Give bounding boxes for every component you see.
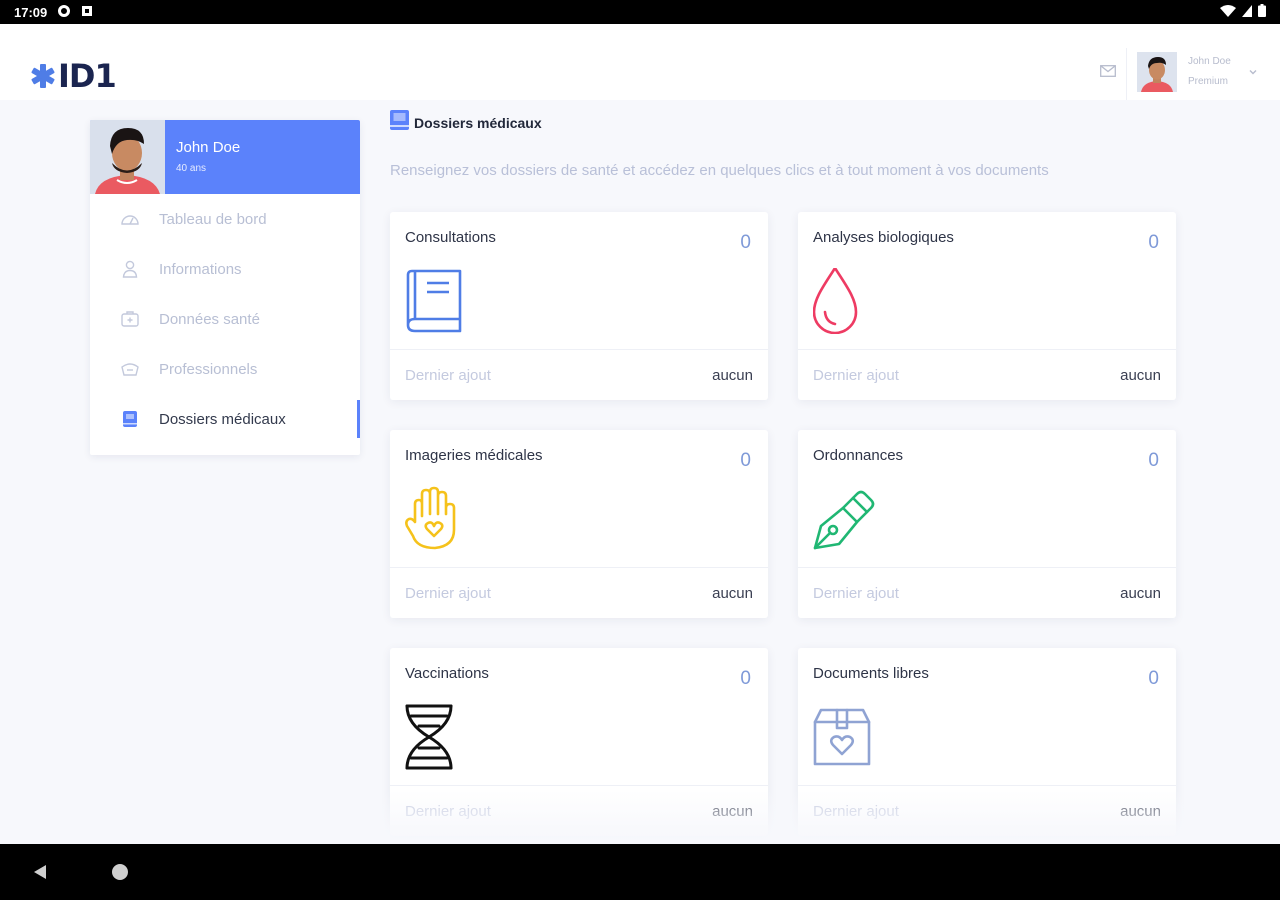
card-last-added-label: Dernier ajout — [405, 585, 491, 602]
card-last-added-value: aucun — [1120, 367, 1161, 384]
user-icon — [120, 259, 140, 279]
settings-icon — [57, 4, 71, 21]
wifi-icon — [1220, 4, 1236, 20]
card-divider — [390, 785, 768, 786]
card-divider — [390, 567, 768, 568]
record-card-vaccinations[interactable]: Vaccinations 0 Dernier ajout aucun — [390, 648, 768, 836]
notification-icon — [81, 5, 93, 20]
card-count: 0 — [740, 668, 751, 689]
card-title: Documents libres — [813, 665, 929, 682]
battery-icon — [1258, 4, 1266, 20]
card-count: 0 — [1148, 450, 1159, 471]
mail-icon[interactable] — [1100, 64, 1116, 77]
chevron-down-icon[interactable] — [1248, 64, 1258, 75]
card-title: Consultations — [405, 229, 496, 246]
signal-icon — [1242, 4, 1252, 20]
record-card-free-documents[interactable]: Documents libres 0 Dernier ajout aucun — [798, 648, 1176, 836]
sidebar-item-label: Professionnels — [159, 360, 258, 378]
sidebar-item-label: Informations — [159, 260, 242, 278]
hand-heart-icon — [405, 486, 465, 552]
card-count: 0 — [740, 232, 751, 253]
card-count: 0 — [740, 450, 751, 471]
health-icon — [120, 309, 140, 329]
card-last-added-value: aucun — [1120, 803, 1161, 820]
card-title: Vaccinations — [405, 665, 489, 682]
sidebar-item-label: Dossiers médicaux — [159, 410, 286, 428]
sidebar-item-dashboard[interactable]: Tableau de bord — [90, 194, 360, 244]
dashboard-icon — [120, 209, 140, 229]
card-last-added-label: Dernier ajout — [813, 585, 899, 602]
folder-icon — [120, 409, 140, 429]
sidebar-nav: Tableau de bord Informations Données san… — [90, 194, 360, 444]
card-title: Ordonnances — [813, 447, 904, 464]
header-divider — [1126, 48, 1127, 100]
card-divider — [390, 349, 768, 350]
page-title: Dossiers médicaux — [390, 110, 542, 135]
card-last-added-label: Dernier ajout — [405, 367, 491, 384]
record-card-consultations[interactable]: Consultations 0 Dernier ajout aucun — [390, 212, 768, 400]
home-icon[interactable] — [112, 864, 128, 880]
blood-drop-icon — [812, 266, 873, 335]
status-bar: 17:09 — [0, 0, 1280, 24]
card-divider — [798, 785, 1176, 786]
card-last-added-value: aucun — [712, 367, 753, 384]
header-user-name[interactable]: John Doe — [1188, 56, 1231, 67]
back-icon[interactable] — [32, 864, 48, 885]
card-last-added-label: Dernier ajout — [405, 803, 491, 820]
card-divider — [798, 349, 1176, 350]
card-last-added-value: aucun — [712, 585, 753, 602]
folder-icon — [390, 110, 409, 135]
card-count: 0 — [1148, 668, 1159, 689]
sidebar-item-professionals[interactable]: Professionnels — [90, 344, 360, 394]
header-avatar[interactable] — [1137, 52, 1177, 92]
book-icon — [405, 268, 465, 334]
profile-header: John Doe 40 ans — [90, 120, 360, 194]
card-last-added-label: Dernier ajout — [813, 367, 899, 384]
sidebar-item-label: Tableau de bord — [159, 210, 267, 228]
record-card-imaging[interactable]: Imageries médicales 0 Dernier ajout aucu… — [390, 430, 768, 618]
record-card-analyses[interactable]: Analyses biologiques 0 Dernier ajout auc… — [798, 212, 1176, 400]
card-divider — [798, 567, 1176, 568]
app-logo[interactable]: ID1 — [30, 57, 117, 95]
avatar — [90, 120, 165, 194]
profile-card: John Doe 40 ans Tableau de bord Informat… — [90, 120, 360, 455]
dna-icon — [405, 704, 465, 770]
sidebar-item-health-data[interactable]: Données santé — [90, 294, 360, 344]
card-last-added-value: aucun — [1120, 585, 1161, 602]
profile-age: 40 ans — [176, 163, 207, 174]
sidebar-item-informations[interactable]: Informations — [90, 244, 360, 294]
card-last-added-value: aucun — [712, 803, 753, 820]
header-user-plan: Premium — [1188, 76, 1229, 87]
card-title: Analyses biologiques — [813, 229, 954, 246]
page-title-text: Dossiers médicaux — [414, 114, 542, 131]
sidebar-item-label: Données santé — [159, 310, 260, 328]
medical-star-icon — [31, 64, 55, 88]
professionals-icon — [120, 359, 140, 379]
card-last-added-label: Dernier ajout — [813, 803, 899, 820]
status-time: 17:09 — [14, 4, 48, 20]
record-card-prescriptions[interactable]: Ordonnances 0 Dernier ajout aucun — [798, 430, 1176, 618]
system-nav-bar — [0, 844, 1280, 900]
card-count: 0 — [1148, 232, 1159, 253]
page-description: Renseignez vos dossiers de santé et accé… — [390, 162, 1049, 179]
profile-name: John Doe — [176, 139, 241, 156]
logo-text: ID1 — [58, 57, 117, 95]
card-title: Imageries médicales — [405, 447, 543, 464]
app-header: ID1 John Doe Premium — [0, 24, 1280, 100]
sidebar-item-medical-records[interactable]: Dossiers médicaux — [90, 394, 360, 444]
box-heart-icon — [813, 704, 873, 770]
pen-nib-icon — [813, 486, 875, 552]
